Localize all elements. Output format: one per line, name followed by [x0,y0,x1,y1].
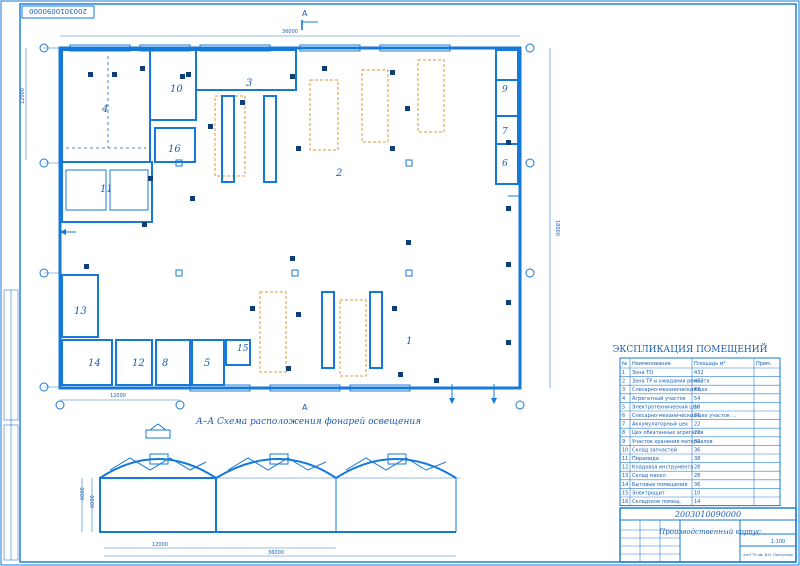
table-cell: 28 [694,465,700,471]
dim-section-total: 36000 [268,550,284,556]
svg-text:14: 14 [88,358,101,369]
svg-text:6: 6 [502,159,508,169]
building-outer-wall [58,46,522,390]
table-cell: Пирамида [632,456,659,462]
dim-right-height: 18000 [554,220,560,236]
table-cell: 28 [694,473,700,479]
svg-text:12: 12 [132,358,145,369]
section-mark-bottom: A [302,403,308,412]
room-numbers: 4 2 1 3 10 16 11 13 14 12 8 5 15 9 7 6 [74,78,508,369]
table-cell: 10 [622,447,628,453]
table-cell: 10 [694,490,700,496]
table-cell: 2 [622,379,625,385]
table-cell: Зона ТО [632,370,653,376]
table-cell: Складское помещ. [632,499,682,505]
table-cell: 22 [694,430,700,436]
svg-text:5: 5 [204,358,210,369]
table-cell: 32 [694,439,700,445]
table-cell: Агрегатный участок [632,395,686,402]
svg-text:3: 3 [246,78,252,89]
title-block-code: 2003010090000 [674,510,741,519]
table-cell: 38 [694,456,700,462]
lamp-markers [84,66,511,383]
table-header: № [622,361,628,367]
table-cell: 13 [622,473,628,479]
table-cell: 462 [694,379,704,385]
dim-section-height-1: 6000 [80,487,86,500]
title-block-org: АлтГТУ им. И.И. Ползунова [743,553,792,557]
inspection-pits [221,95,383,369]
svg-text:4: 4 [101,104,108,115]
table-cell: 9 [622,439,625,445]
table-cell: Электрощит [632,490,665,496]
table-header: Прим. [756,361,772,367]
table-cell: 11 [622,456,628,462]
dim-bottom-partial: 12000 [110,393,126,399]
table-cell: Электротехнический цех [632,403,699,410]
table-cell: Аккумуляторный цех [632,421,688,428]
table-cell: 6 [622,413,625,419]
table-cell: Склад запчастей [632,446,677,453]
svg-text:2: 2 [335,168,342,179]
table-cell: 3 [622,387,625,393]
table-cell: 16 [622,499,628,505]
table-cell: 1 [622,370,625,376]
table-cell: 22 [694,422,700,428]
table-cell: 18 [694,404,700,410]
table-cell: 36 [694,447,700,453]
svg-text:10: 10 [170,84,183,95]
table-cell: 432 [694,370,704,376]
outer-frame [0,0,800,566]
table-cell: 5 [622,404,625,410]
svg-text:1: 1 [406,336,412,347]
section-elevation [81,423,460,557]
title-block-name: Производственный корпус [658,528,761,536]
table-header: Площадь м² [694,361,726,367]
table-cell: 7 [622,422,625,428]
svg-text:16: 16 [168,144,181,155]
svg-text:15: 15 [237,344,249,354]
section-mark-top: A [302,9,308,18]
axis-bubbles [39,43,535,410]
table-cell: Участок хранения материалов [632,439,713,445]
table-cell: Склад масел [632,473,666,479]
section-title: А–А Схема расположения фонарей освещения [195,417,421,427]
table-cell: 12 [622,465,628,471]
table-cell: 36 [694,482,700,488]
svg-text:11: 11 [100,184,113,195]
table-cell: Слесарно-механический цех участок … [632,412,737,419]
table-cell: 4 [622,396,625,402]
svg-text:13: 13 [74,306,87,317]
table-cell: Кладовая инструмента [632,465,693,471]
table-header: Наименование [632,361,671,367]
svg-text:7: 7 [502,127,508,137]
explication-title: ЭКСПЛИКАЦИЯ ПОМЕЩЕНИЙ [613,343,768,355]
svg-text:9: 9 [502,85,508,95]
dim-overall-width: 36000 [282,29,298,35]
direction-arrows [60,195,520,404]
dim-section-span: 12000 [152,542,168,548]
table-cell: 36 [694,413,700,419]
dim-section-height-2: 6000 [90,495,96,508]
table-cell: 14 [694,499,700,505]
explication-table: № Наименование Площадь м² Прим.1 Зона ТО 4322… [619,357,781,507]
title-block-scale: 1:100 [771,539,785,545]
svg-text:8: 8 [162,358,168,369]
table-cell: 15 [622,490,628,496]
table-cell: 8 [622,430,625,436]
dim-left-height: 12000 [20,88,26,104]
table-cell: 48 [694,387,700,393]
upper-left-rooms [61,49,297,223]
table-cell: Бытовые помещения [632,482,687,488]
table-cell: 54 [694,396,700,402]
corner-code: 2003010090000 [29,7,87,15]
drawing-sheet: 2003010090000 A A 36000 18000 12000 1200… [0,0,800,566]
table-cell: 14 [622,482,628,488]
table-cell: Цех обкатанных агрегатов [632,430,703,436]
